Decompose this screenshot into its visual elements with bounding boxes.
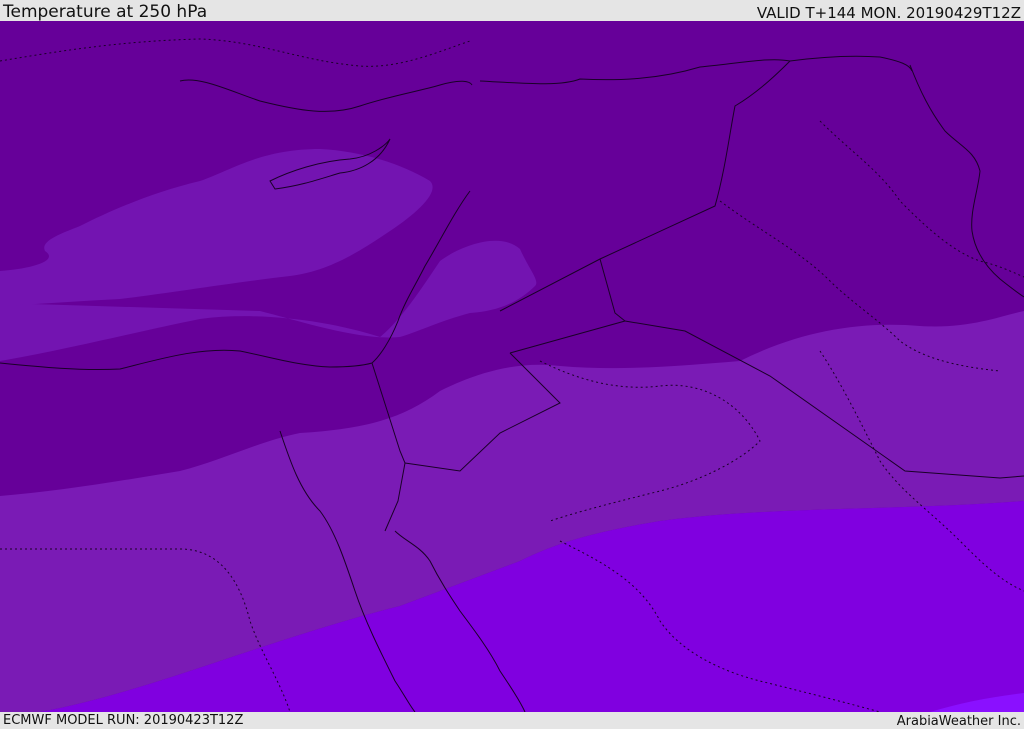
map-title: Temperature at 250 hPa xyxy=(3,2,208,22)
brand-label: ArabiaWeather Inc. xyxy=(896,714,1021,729)
model-run-label: ECMWF MODEL RUN: 20190423T12Z xyxy=(3,713,244,728)
footer-bar: ECMWF MODEL RUN: 20190423T12Z ArabiaWeat… xyxy=(0,712,1024,729)
map-canvas xyxy=(0,21,1024,712)
valid-time: VALID T+144 MON. 20190429T12Z xyxy=(756,4,1021,22)
weather-map[interactable] xyxy=(0,21,1024,712)
header-bar: Temperature at 250 hPa VALID T+144 MON. … xyxy=(0,0,1024,21)
